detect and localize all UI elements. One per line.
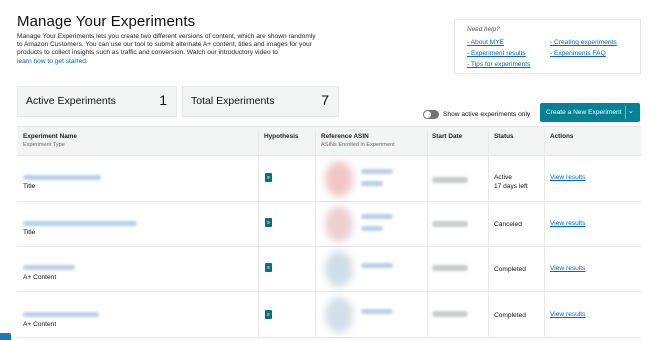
table-header: Experiment Name Experiment Type Hypothes… [17, 126, 641, 156]
asin-link[interactable] [361, 263, 393, 268]
start-date [432, 221, 468, 227]
tips-for-experiments-link[interactable]: - Tips for experiments [467, 61, 530, 68]
create-experiment-button[interactable]: Create a New Experiment ⌄ [540, 103, 640, 122]
col-actions: Actions [550, 133, 574, 140]
experiment-name-link[interactable] [23, 221, 137, 226]
intro-line: to Amazon Customers. You can use our too… [17, 41, 312, 49]
experiment-type: Title [23, 229, 36, 236]
document-icon[interactable]: ≡ [265, 218, 272, 227]
active-experiments-card: Active Experiments 1 [17, 86, 177, 117]
status-text: Completed [494, 266, 526, 273]
get-started-link[interactable]: learn how to get started. [17, 58, 88, 65]
view-results-link[interactable]: View results [550, 311, 585, 318]
status-text: Canceled [494, 221, 522, 228]
toggle-knob [424, 111, 431, 118]
experiment-name-link[interactable] [23, 175, 101, 180]
table-row: Title ≡ Canceled View results [17, 202, 641, 247]
total-experiments-count: 7 [321, 92, 329, 108]
active-experiments-label: Active Experiments [26, 95, 116, 107]
table-row: A+ Content ≡ Completed View results [17, 292, 641, 338]
about-mye-link[interactable]: - About MYE [467, 39, 504, 46]
col-experiment-name[interactable]: Experiment Name [23, 133, 77, 140]
col-reference-asin: Reference ASIN [321, 133, 369, 140]
status-text: Active [494, 174, 512, 181]
intro-text: Manage Your Experiments lets you create … [17, 33, 337, 66]
create-experiment-label: Create a New Experiment [546, 109, 622, 116]
intro-line: Manage Your Experiments lets you create … [17, 33, 316, 40]
status-text: Completed [494, 312, 526, 319]
asin-link[interactable] [361, 226, 383, 231]
button-divider [625, 106, 626, 119]
start-date [432, 311, 468, 317]
col-status[interactable]: Status [494, 133, 514, 140]
experiment-results-link[interactable]: - Experiment results [467, 50, 526, 57]
table-row: Title ≡ Active 17 days left View results [17, 157, 641, 202]
experiment-name-link[interactable] [23, 265, 75, 270]
asin-link[interactable] [361, 309, 393, 314]
product-thumbnail [325, 297, 353, 333]
active-experiments-count: 1 [159, 92, 167, 108]
page-title: Manage Your Experiments [17, 13, 196, 30]
total-experiments-label: Total Experiments [191, 95, 275, 107]
table-row: A+ Content ≡ Completed View results [17, 247, 641, 292]
experiment-type: Title [23, 183, 36, 190]
document-icon[interactable]: ≡ [265, 310, 272, 319]
view-results-link[interactable]: View results [550, 265, 585, 272]
asin-link[interactable] [361, 181, 383, 186]
product-thumbnail [325, 161, 353, 197]
active-only-label: Show active experiments only [443, 111, 531, 118]
document-icon[interactable]: ≡ [265, 263, 272, 272]
creating-experiments-link[interactable]: - Creating experiments [550, 39, 617, 46]
start-date [432, 177, 468, 183]
experiment-type: A+ Content [23, 274, 57, 281]
product-thumbnail [325, 251, 353, 287]
experiment-name-link[interactable] [23, 312, 99, 317]
help-box: Need help? - About MYE - Experiment resu… [454, 19, 641, 74]
active-only-toggle[interactable] [423, 110, 439, 119]
view-results-link[interactable]: View results [550, 220, 585, 227]
experiment-type: A+ Content [23, 321, 57, 328]
chevron-down-icon[interactable]: ⌄ [628, 107, 634, 115]
asin-link[interactable] [361, 214, 393, 219]
help-title: Need help? [467, 26, 500, 33]
view-results-link[interactable]: View results [550, 174, 585, 181]
intro-line: products to collect insights such as tra… [17, 49, 278, 57]
col-experiment-type: Experiment Type [23, 142, 65, 148]
col-hypothesis: Hypothesis [264, 133, 299, 140]
product-thumbnail [325, 206, 353, 242]
asin-link[interactable] [361, 169, 393, 174]
status-remaining: 17 days left [494, 183, 528, 190]
col-asins-enrolled: ASINs Enrolled in Experiment [321, 142, 395, 148]
feedback-tab[interactable] [0, 333, 11, 340]
total-experiments-card: Total Experiments 7 [182, 86, 339, 117]
experiments-faq-link[interactable]: - Experiments FAQ [550, 50, 606, 57]
col-start-date[interactable]: Start Date [432, 133, 462, 140]
start-date [432, 265, 468, 271]
document-icon[interactable]: ≡ [265, 173, 272, 182]
